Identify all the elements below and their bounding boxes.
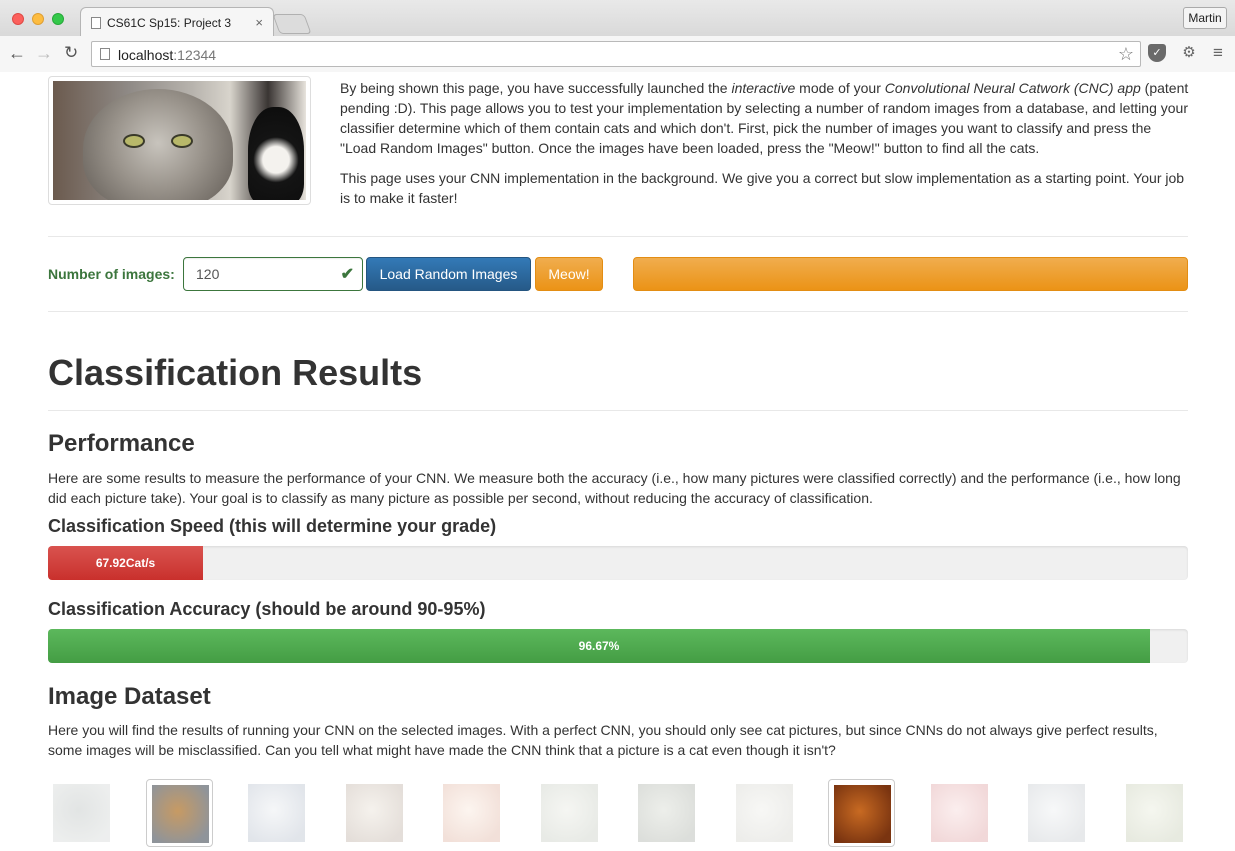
gallery-item[interactable] [633,779,700,847]
intro-paragraph-1: By being shown this page, you have succe… [340,78,1190,158]
intro-emphasis: Convolutional Neural Catwork (CNC) app [884,80,1141,96]
intro-paragraph-2: This page uses your CNN implementation i… [340,170,1185,206]
divider [48,410,1188,411]
menu-icon[interactable]: ≡ [1209,44,1227,62]
gallery-item[interactable] [243,779,310,847]
intro-text-part: By being shown this page, you have succe… [340,80,732,96]
back-arrow-icon[interactable]: ← [8,42,26,64]
number-of-images-label: Number of images: [48,266,175,282]
page-title: Classification Results [48,352,423,393]
gallery-item[interactable] [341,779,408,847]
unclassified-image [248,784,305,842]
unclassified-image [930,784,988,842]
classified-cat-image [151,785,209,843]
page-favicon-icon [91,17,101,29]
unclassified-image [53,784,110,842]
speed-progress-fill: 67.92Cat/s [48,546,204,580]
bookmark-star-icon[interactable]: ☆ [1118,44,1134,65]
gallery-item[interactable] [536,779,603,847]
gallery-item[interactable] [145,779,213,847]
new-tab-button[interactable] [272,14,312,34]
status-progress-bar [633,257,1188,291]
accuracy-progress-bar: 96.67% [48,629,1188,663]
gallery-item[interactable] [1121,779,1188,847]
performance-heading: Performance [48,430,195,457]
page-icon [100,48,110,60]
accuracy-heading: Classification Accuracy (should be aroun… [48,599,486,619]
intro-text: By being shown this page, you have succe… [340,78,1190,218]
minimize-window-button[interactable] [32,13,44,25]
speed-progress-bar: 67.92Cat/s [48,546,1188,580]
address-bar[interactable]: localhost:12344 ☆ [91,41,1141,67]
browser-chrome: CS61C Sp15: Project 3 × Martin ← → ↻ loc… [0,0,1235,72]
meow-button[interactable]: Meow! [535,257,603,291]
pocket-icon[interactable]: ✓ [1148,44,1166,62]
page-content: By being shown this page, you have succe… [0,72,1235,851]
image-dataset-description: Here you will find the results of runnin… [48,722,1158,758]
gallery-item[interactable] [438,779,505,847]
url-text[interactable]: localhost:12344 [118,47,216,63]
zoom-window-button[interactable] [52,13,64,25]
divider [48,236,1188,237]
check-icon: ✔ [340,266,354,283]
unclassified-image [1125,784,1183,842]
close-window-button[interactable] [12,13,24,25]
cat-eye [123,134,145,148]
speed-heading: Classification Speed (this will determin… [48,516,497,536]
gallery-item[interactable] [48,779,115,847]
profile-button[interactable]: Martin [1183,7,1227,29]
tab-title: CS61C Sp15: Project 3 [107,16,232,30]
tuxedo-cat [248,107,304,200]
gallery-item[interactable] [731,779,798,847]
unclassified-image [345,784,403,842]
unclassified-image [735,784,793,842]
divider [48,311,1188,312]
unclassified-image [638,784,695,842]
cat-eye [171,134,193,148]
title-bar: CS61C Sp15: Project 3 × Martin [0,0,1235,37]
url-host: localhost [118,47,174,63]
gallery-item[interactable] [1023,779,1090,847]
performance-description: Here are some results to measure the per… [48,470,1181,506]
image-dataset-heading: Image Dataset [48,683,211,710]
image-gallery [48,779,1198,851]
browser-toolbar: ← → ↻ localhost:12344 ☆ ✓ ⚙ ≡ [0,36,1235,72]
gallery-item[interactable] [828,779,895,847]
intro-emphasis: interactive [731,80,796,96]
tabby-cat [83,89,233,200]
tab-close-icon[interactable]: × [255,15,263,30]
load-random-images-button[interactable]: Load Random Images [366,257,531,291]
accuracy-progress-fill: 96.67% [48,629,1151,663]
url-port: :12344 [173,47,217,63]
cat-hero-image [48,76,311,205]
unclassified-image [540,784,598,842]
intro-text-part: mode of your [795,80,885,96]
number-of-images-field[interactable]: ✔ [183,257,363,291]
classified-cat-image [834,785,891,843]
browser-tab[interactable]: CS61C Sp15: Project 3 × [80,7,274,37]
unclassified-image [1028,784,1085,842]
extension-icon[interactable]: ⚙ [1180,44,1198,62]
gallery-item[interactable] [926,779,993,847]
reload-icon[interactable]: ↻ [64,42,78,64]
number-of-images-input[interactable] [196,259,336,289]
unclassified-image [443,784,500,842]
cat-photo [53,81,306,200]
forward-arrow-icon[interactable]: → [35,42,53,64]
